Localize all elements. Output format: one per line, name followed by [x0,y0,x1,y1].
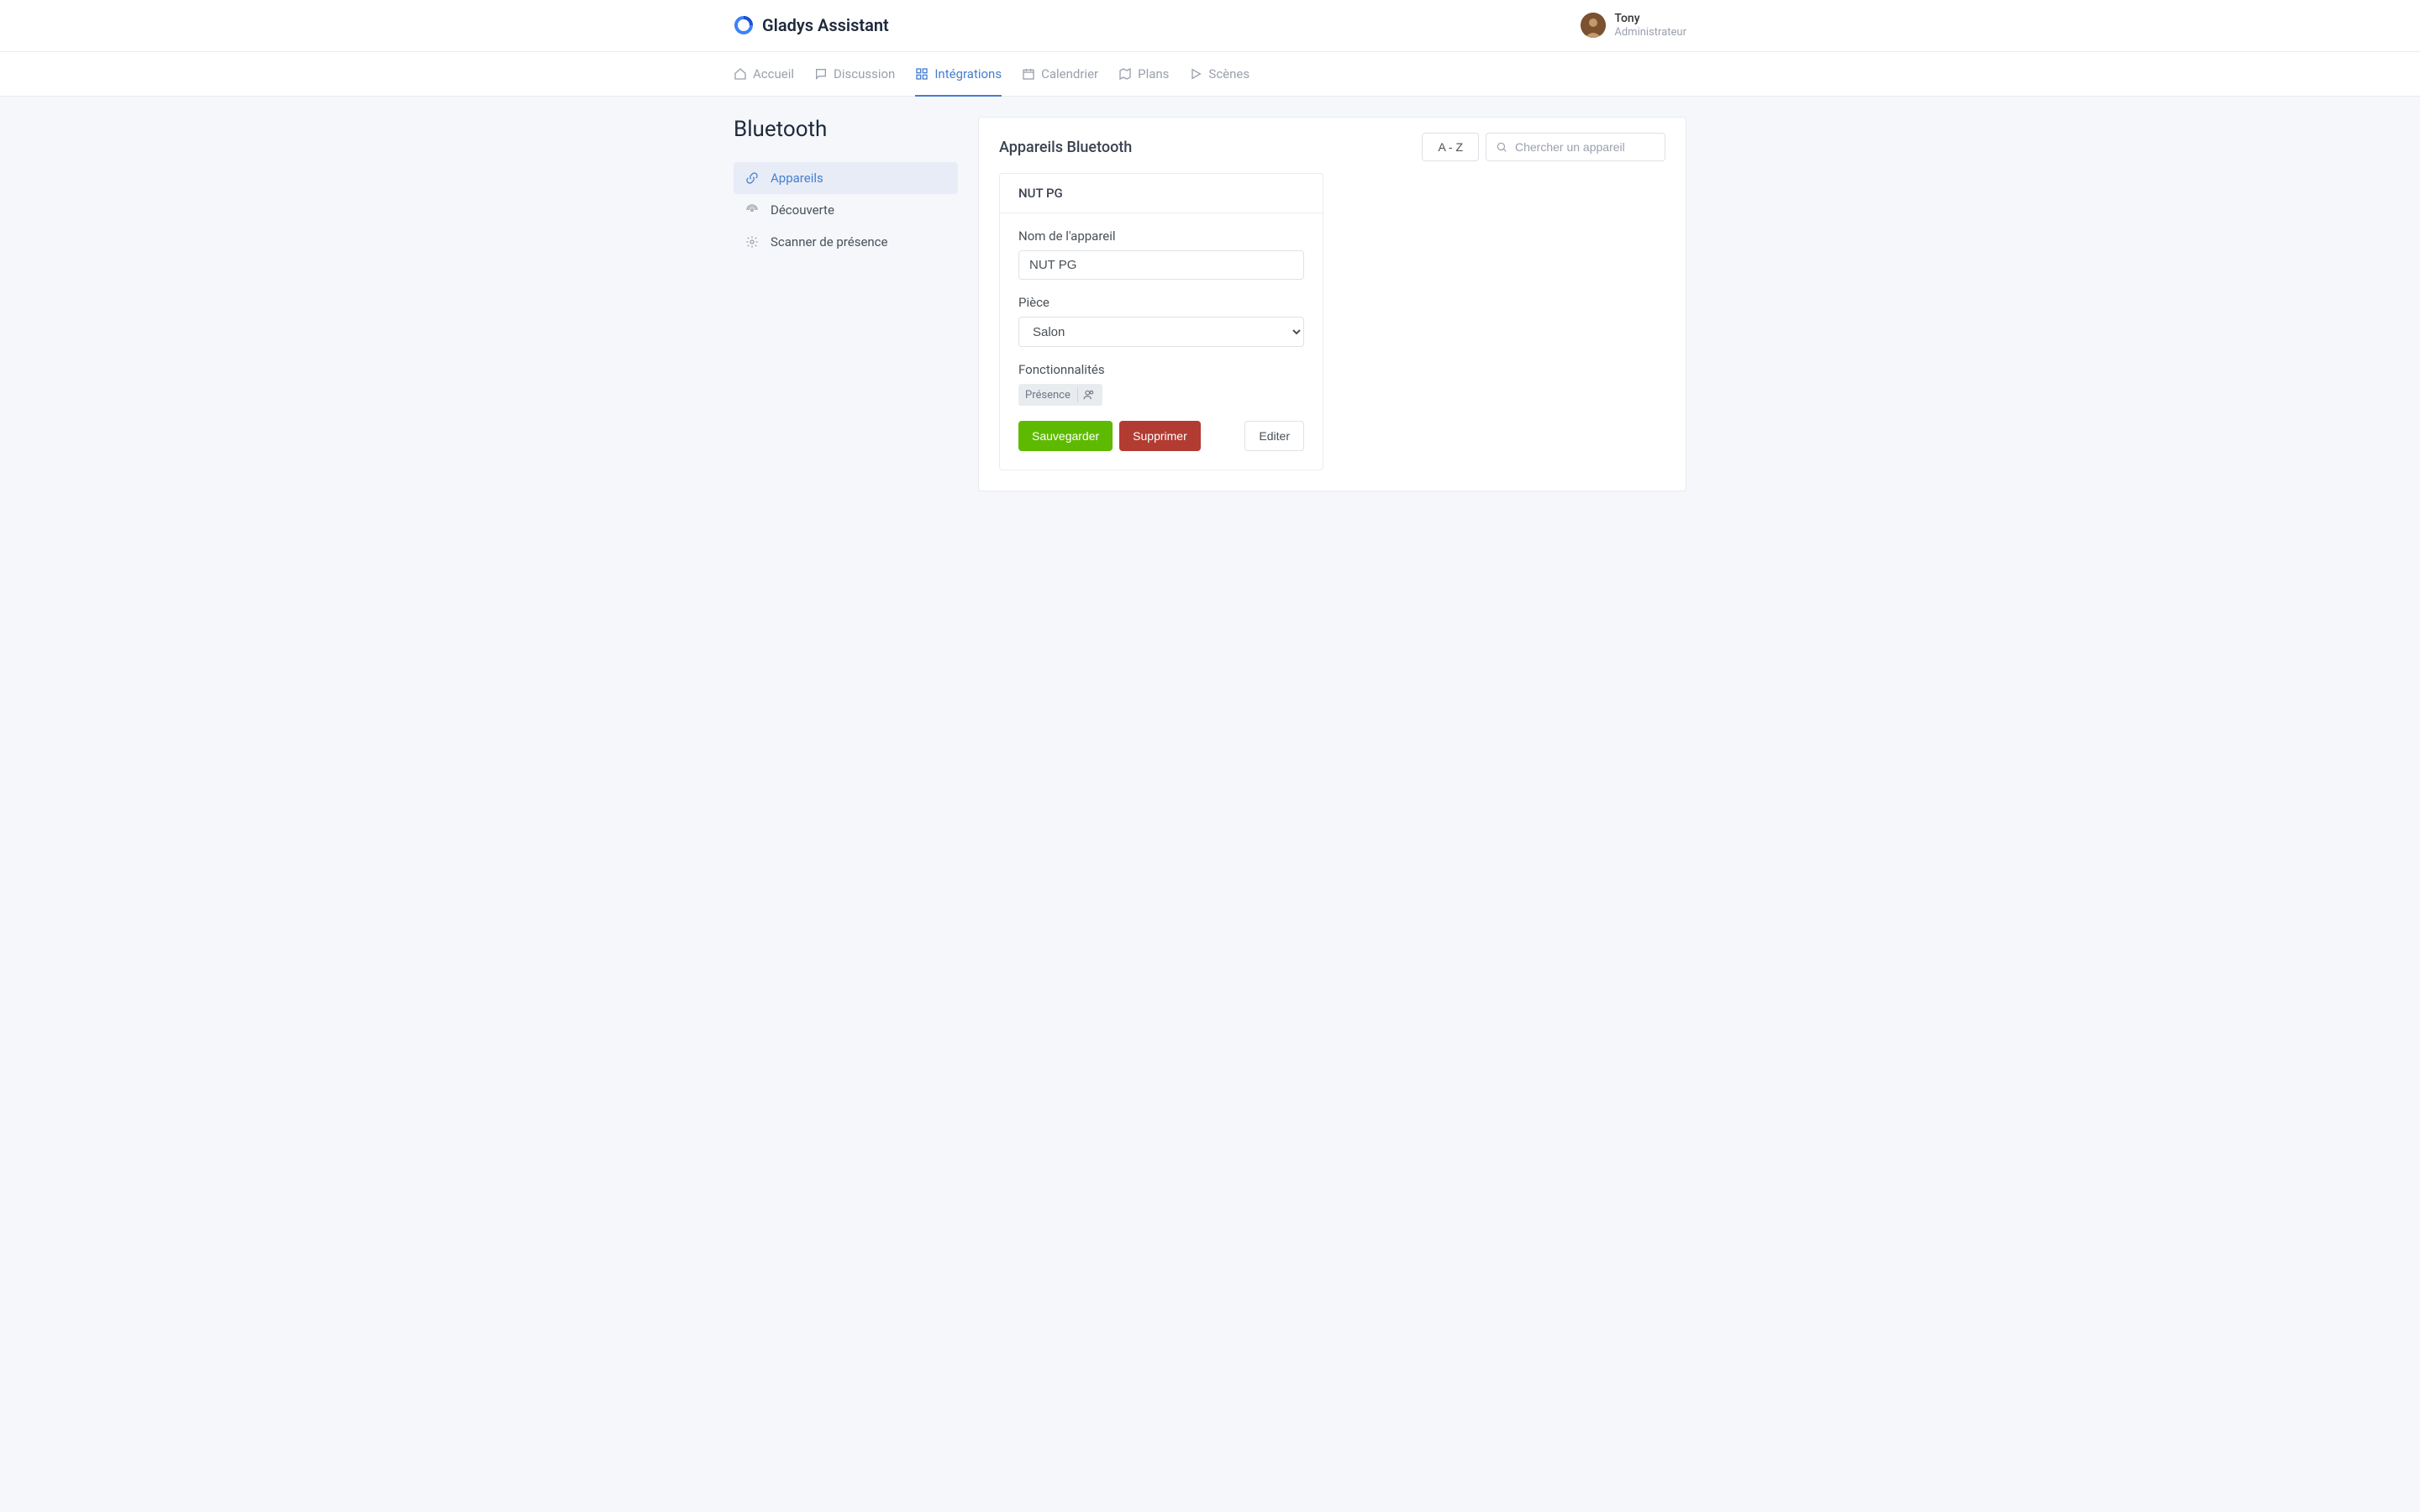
nav-label: Intégrations [934,66,1002,81]
save-button[interactable]: Sauvegarder [1018,421,1113,451]
brand-logo-icon [734,15,754,35]
user-menu[interactable]: Tony Administrateur [1581,12,1686,39]
map-icon [1118,67,1132,81]
device-room-label: Pièce [1018,295,1304,310]
gear-icon [745,235,759,249]
nav-integrations[interactable]: Intégrations [915,53,1002,97]
user-role: Administrateur [1614,26,1686,39]
avatar [1581,13,1606,38]
nav-scenes[interactable]: Scènes [1189,53,1249,97]
chat-icon [814,67,828,81]
device-room-select[interactable]: Salon [1018,317,1304,347]
panel-title: Appareils Bluetooth [999,139,1132,156]
brand-name: Gladys Assistant [762,15,889,35]
link-icon [745,171,759,185]
feature-tag-label: Présence [1025,389,1071,402]
sidebar-item-devices[interactable]: Appareils [734,162,958,194]
nav-chat[interactable]: Discussion [814,53,895,97]
sidebar-item-label: Appareils [771,171,823,186]
sidebar-item-discovery[interactable]: Découverte [734,194,958,226]
sidebar-item-presence[interactable]: Scanner de présence [734,226,958,258]
delete-button[interactable]: Supprimer [1119,421,1201,451]
device-name-input[interactable] [1018,250,1304,280]
nav-label: Accueil [753,66,794,81]
device-title: NUT PG [1000,174,1323,213]
nav-label: Calendrier [1041,66,1098,81]
nav-home[interactable]: Accueil [734,53,794,97]
presence-icon [1077,387,1096,402]
search-input[interactable] [1486,133,1665,161]
radio-icon [745,203,759,217]
device-name-label: Nom de l'appareil [1018,228,1304,244]
calendar-icon [1022,67,1035,81]
device-card: NUT PG Nom de l'appareil Pièce Salon [999,173,1323,470]
devices-panel: Appareils Bluetooth A - Z NUT PG [978,117,1686,491]
sidebar-title: Bluetooth [734,117,958,142]
nav-maps[interactable]: Plans [1118,53,1169,97]
grid-icon [915,67,929,81]
nav-label: Discussion [834,66,895,81]
play-icon [1189,67,1202,81]
nav-calendar[interactable]: Calendrier [1022,53,1098,97]
sidebar-item-label: Scanner de présence [771,234,887,249]
home-icon [734,67,747,81]
nav-label: Scènes [1208,66,1249,81]
feature-tag: Présence [1018,384,1102,406]
search-icon [1496,141,1507,153]
edit-button[interactable]: Editer [1244,421,1304,451]
main-nav: Accueil Discussion Intégrations Calendri… [0,52,2420,97]
sort-button[interactable]: A - Z [1422,133,1479,161]
nav-label: Plans [1138,66,1169,81]
brand[interactable]: Gladys Assistant [734,15,889,35]
sidebar: Bluetooth Appareils Découverte Scanner d… [734,117,958,258]
sidebar-item-label: Découverte [771,202,834,218]
device-features-label: Fonctionnalités [1018,362,1304,377]
user-name: Tony [1614,12,1686,26]
app-header: Gladys Assistant Tony Administrateur [0,0,2420,52]
